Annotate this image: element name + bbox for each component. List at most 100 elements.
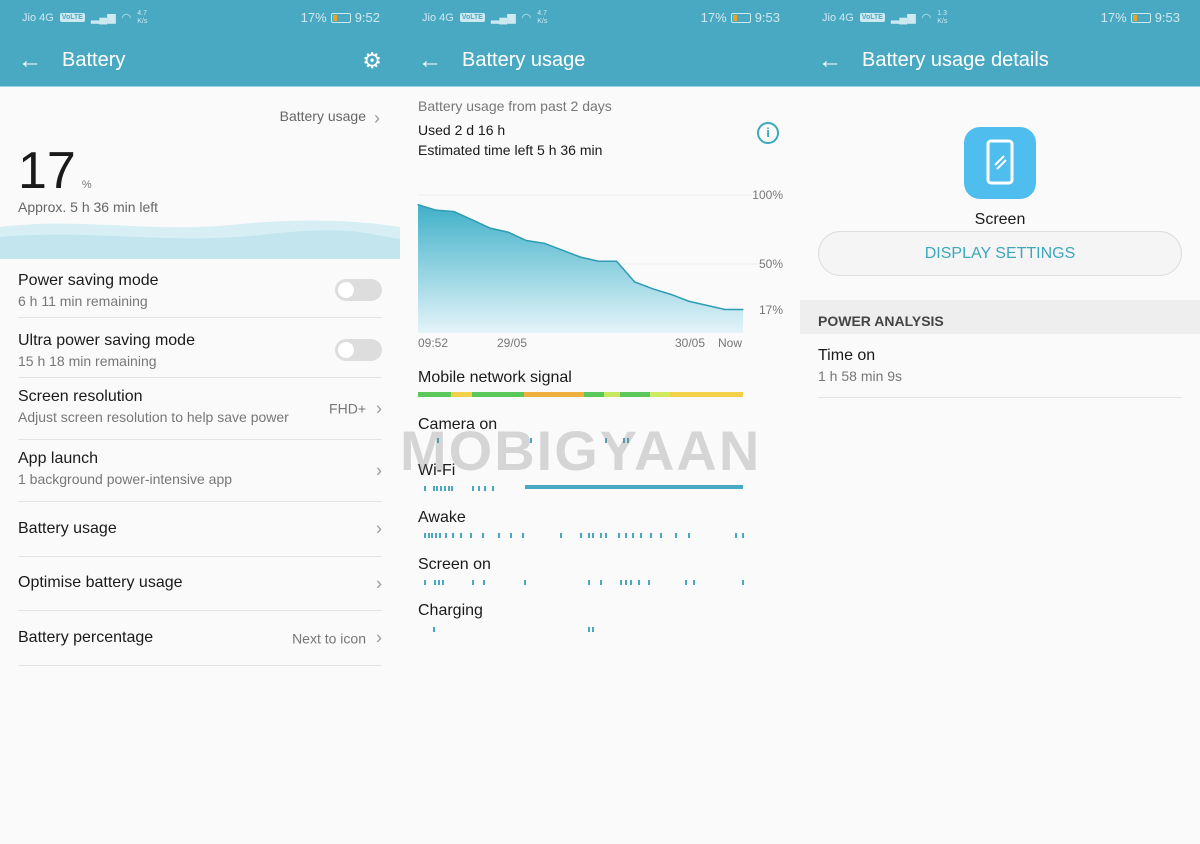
carrier: Jio 4G xyxy=(422,11,454,24)
display-settings-button[interactable]: DISPLAY SETTINGS xyxy=(818,231,1182,276)
signal-icon: ▂▄▆ xyxy=(90,12,116,24)
net-speed: 1.3 K/s xyxy=(937,10,947,26)
activity-tick xyxy=(640,533,642,538)
clock: 9:53 xyxy=(1154,10,1180,25)
activity-tick xyxy=(560,533,562,538)
setting-value: › xyxy=(376,460,382,481)
status-left: Jio 4G VoLTE ▂▄▆ ◠ 4.7 K/s xyxy=(22,10,301,26)
used-time: Used 2 d 16 h xyxy=(418,122,506,138)
activity-tick xyxy=(498,533,500,538)
setting-ultra-power-saving-mode[interactable]: Ultra power saving mode 15 h 18 min remai… xyxy=(18,322,382,378)
activity-tick xyxy=(592,533,594,538)
activity-tick xyxy=(482,533,484,538)
time-on-row: Time on 1 h 58 min 9s xyxy=(818,347,1182,398)
setting-subtitle: 1 background power-intensive app xyxy=(18,471,233,487)
activity-tick xyxy=(588,533,590,538)
battery-usage-details-screen: Jio 4G VoLTE ▂▄▆ ◠ 1.3 K/s 17% 9:53 ← Battery u… xyxy=(800,0,1200,844)
app-name: Screen xyxy=(974,211,1026,228)
activity-tick xyxy=(442,580,444,585)
setting-power-saving-mode[interactable]: Power saving mode 6 h 11 min remaining xyxy=(18,262,382,318)
setting-battery-percentage[interactable]: Battery percentage Next to icon › xyxy=(18,611,382,666)
stat-value: 1 h 58 min 9s xyxy=(818,368,903,384)
activity-tick xyxy=(434,580,436,585)
clock: 9:53 xyxy=(754,10,780,25)
status-bar: Jio 4G VoLTE ▂▄▆ ◠ 4.7 K/s 17% 9:52 xyxy=(0,0,400,35)
setting-optimise-battery-usage[interactable]: Optimise battery usage › xyxy=(18,557,382,611)
setting-subtitle: Adjust screen resolution to help save po… xyxy=(18,409,289,425)
activity-tick xyxy=(693,580,695,585)
toggle-switch[interactable] xyxy=(335,278,382,301)
activity-tick xyxy=(648,580,650,585)
setting-title: Power saving mode xyxy=(18,272,159,289)
setting-value: Next to icon › xyxy=(292,628,382,649)
data-point xyxy=(597,260,600,262)
page-title: Battery usage details xyxy=(862,49,1049,71)
activity-tick xyxy=(632,533,634,538)
battery-percent: 17% xyxy=(1100,10,1127,25)
speed-unit: K/s xyxy=(537,17,548,25)
x-tick-label: 30/05 xyxy=(675,336,705,350)
status-left: Jio 4G VoLTE ▂▄▆ ◠ 4.7 K/s xyxy=(422,10,701,26)
activity-tick xyxy=(439,533,441,538)
signal-segment xyxy=(472,392,524,397)
status-bar: Jio 4G VoLTE ▂▄▆ ◠ 4.7 K/s 17% 9:53 xyxy=(400,0,800,35)
y-tick-label: 100% xyxy=(752,188,783,202)
activity-tick xyxy=(424,533,426,538)
back-arrow-icon[interactable]: ← xyxy=(18,47,62,75)
status-right: 17% 9:53 xyxy=(701,10,780,25)
back-arrow-icon[interactable]: ← xyxy=(418,47,462,75)
activity-tick xyxy=(436,486,438,491)
activity-tick xyxy=(742,533,744,538)
y-tick-label: 50% xyxy=(759,257,783,271)
activity-tick xyxy=(478,486,480,491)
battery-wave xyxy=(0,220,400,259)
usage-period: Battery usage from past 2 days xyxy=(418,98,612,114)
activity-tick xyxy=(460,533,462,538)
battery-icon xyxy=(730,12,751,23)
setting-battery-usage[interactable]: Battery usage › xyxy=(18,502,382,557)
setting-app-launch[interactable]: App launch 1 background power-intensive a… xyxy=(18,440,382,502)
data-point xyxy=(543,242,545,244)
wifi-icon: ◠ xyxy=(121,12,132,24)
app-bar: ← Battery usage xyxy=(400,35,800,87)
data-point xyxy=(616,260,618,262)
activity-tick xyxy=(618,533,620,538)
carrier: Jio 4G xyxy=(822,11,854,24)
setting-screen-resolution[interactable]: Screen resolution Adjust screen resolutio… xyxy=(18,378,382,440)
time-left: Approx. 5 h 36 min left xyxy=(18,199,159,215)
battery-usage-link[interactable]: Battery usage › xyxy=(280,108,380,129)
data-point xyxy=(435,209,437,211)
data-point xyxy=(742,308,744,311)
activity-tick xyxy=(492,486,494,491)
signal-segment xyxy=(524,392,584,397)
volte-badge: VoLTE xyxy=(59,13,85,22)
battery-usage-link-label: Battery usage xyxy=(279,108,366,124)
stat-title: Time on xyxy=(818,347,876,364)
activity-tick xyxy=(444,486,446,491)
data-point xyxy=(453,210,455,213)
activity-tick xyxy=(510,533,512,538)
data-point xyxy=(507,231,509,233)
data-point xyxy=(688,300,690,302)
back-arrow-icon[interactable]: ← xyxy=(818,47,862,75)
activity-tick xyxy=(484,486,486,491)
info-icon[interactable]: i xyxy=(757,122,779,144)
settings-gear-icon[interactable]: ⚙ xyxy=(362,48,382,74)
activity-tick xyxy=(524,580,526,585)
data-point xyxy=(724,308,726,311)
activity-tick xyxy=(433,486,435,491)
battery-icon xyxy=(1130,12,1151,23)
activity-tick xyxy=(600,533,602,538)
clock: 9:52 xyxy=(354,10,380,25)
data-point xyxy=(525,239,527,242)
setting-subtitle: 6 h 11 min remaining xyxy=(18,293,148,309)
toggle-switch[interactable] xyxy=(335,338,382,361)
track-label: Screen on xyxy=(418,556,491,573)
activity-tick xyxy=(440,486,442,491)
status-right: 17% 9:52 xyxy=(301,10,380,25)
setting-value: › xyxy=(376,519,382,540)
app-bar: ← Battery usage details xyxy=(800,35,1200,87)
page-title: Battery usage xyxy=(462,49,586,71)
chevron-right-icon: › xyxy=(376,573,382,593)
track-label: Awake xyxy=(418,509,466,526)
